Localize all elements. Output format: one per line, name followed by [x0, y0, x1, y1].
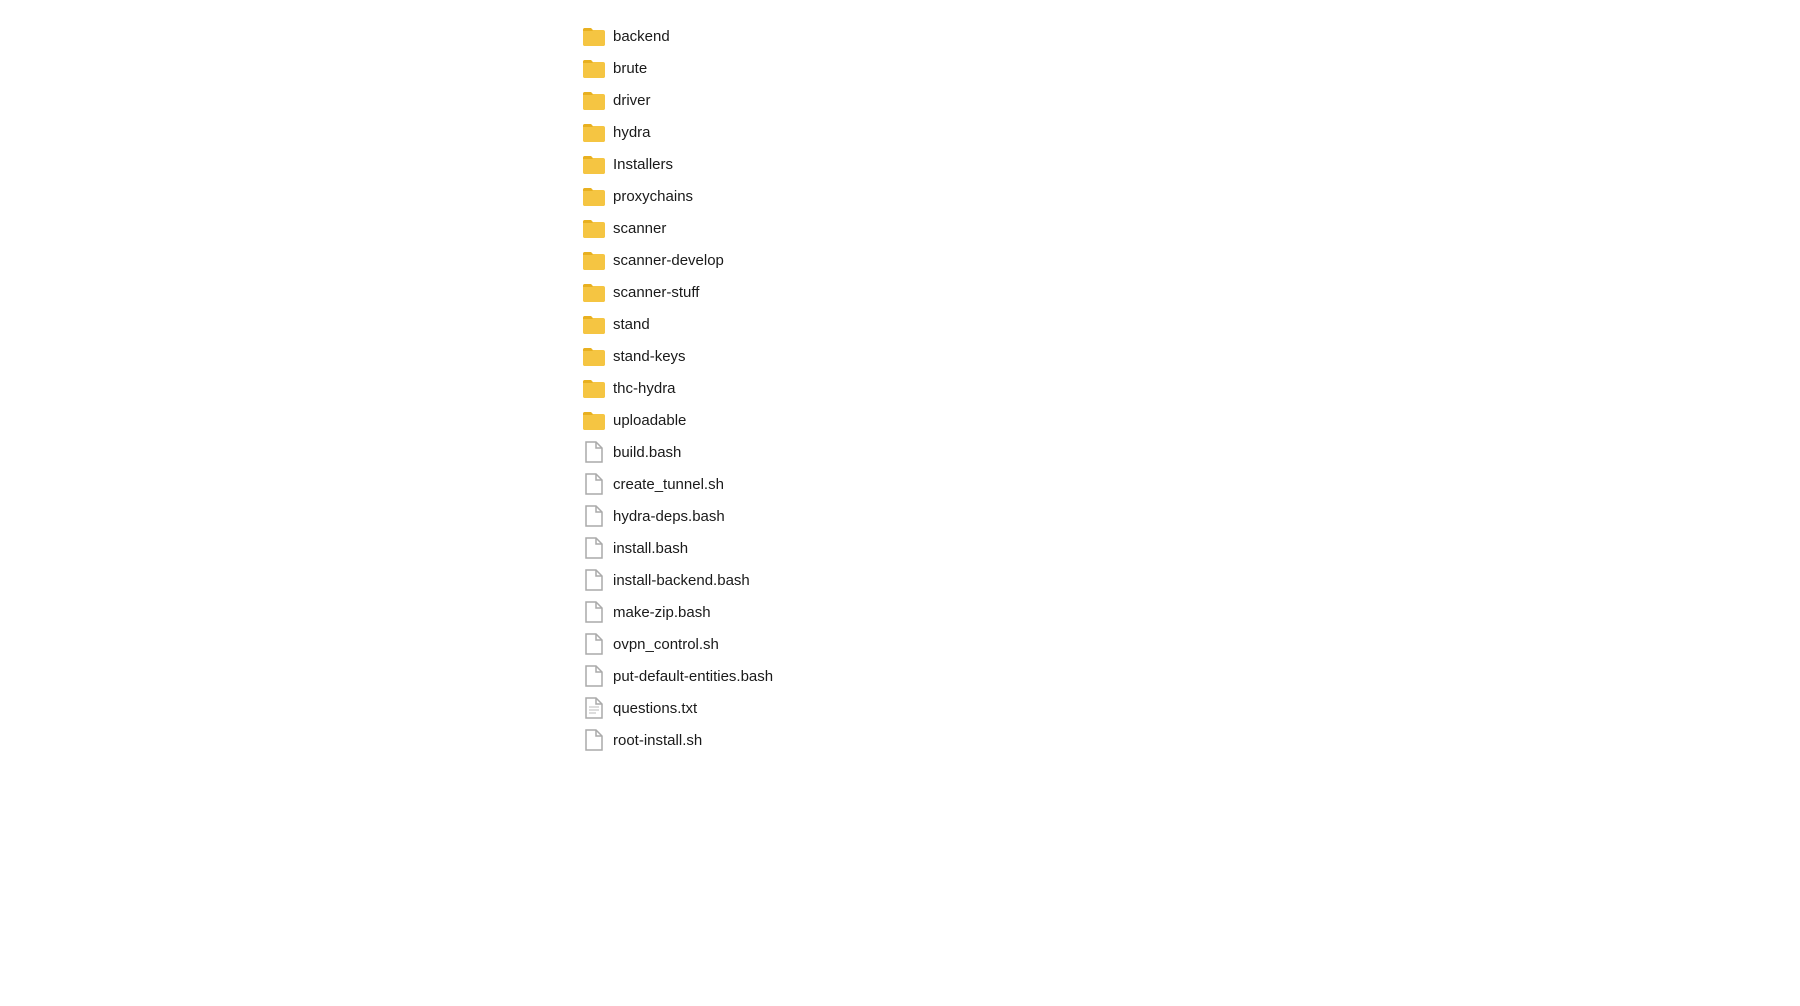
item-icon [583, 441, 605, 463]
list-item[interactable]: Installers [575, 148, 1800, 180]
item-icon [583, 185, 605, 207]
folder-icon [583, 410, 605, 430]
folder-icon [583, 378, 605, 398]
item-label: scanner-develop [613, 252, 724, 269]
list-item[interactable]: brute [575, 52, 1800, 84]
item-label: scanner-stuff [613, 284, 699, 301]
item-label: brute [613, 60, 647, 77]
folder-icon [583, 154, 605, 174]
item-label: create_tunnel.sh [613, 476, 724, 493]
item-label: hydra [613, 124, 651, 141]
item-label: proxychains [613, 188, 693, 205]
file-txt-icon [585, 697, 603, 719]
item-label: stand [613, 316, 650, 333]
item-icon [583, 249, 605, 271]
item-icon [583, 217, 605, 239]
list-item[interactable]: put-default-entities.bash [575, 660, 1800, 692]
item-icon [583, 57, 605, 79]
file-icon [585, 633, 603, 655]
item-icon [583, 665, 605, 687]
folder-icon [583, 346, 605, 366]
item-label: make-zip.bash [613, 604, 711, 621]
item-label: put-default-entities.bash [613, 668, 773, 685]
folder-icon [583, 122, 605, 142]
item-icon [583, 377, 605, 399]
item-label: questions.txt [613, 700, 697, 717]
file-icon [585, 537, 603, 559]
item-icon [583, 313, 605, 335]
list-item[interactable]: uploadable [575, 404, 1800, 436]
list-item[interactable]: thc-hydra [575, 372, 1800, 404]
list-item[interactable]: scanner [575, 212, 1800, 244]
item-icon [583, 537, 605, 559]
list-item[interactable]: scanner-stuff [575, 276, 1800, 308]
list-item[interactable]: proxychains [575, 180, 1800, 212]
file-icon [585, 601, 603, 623]
item-label: build.bash [613, 444, 681, 461]
item-icon [583, 409, 605, 431]
item-label: root-install.sh [613, 732, 702, 749]
item-label: hydra-deps.bash [613, 508, 725, 525]
folder-icon [583, 58, 605, 78]
folder-icon [583, 90, 605, 110]
folder-icon [583, 314, 605, 334]
list-item[interactable]: scanner-develop [575, 244, 1800, 276]
list-item[interactable]: install-backend.bash [575, 564, 1800, 596]
item-icon [583, 25, 605, 47]
item-icon [583, 473, 605, 495]
file-icon [585, 505, 603, 527]
file-icon [585, 569, 603, 591]
item-label: install.bash [613, 540, 688, 557]
item-label: ovpn_control.sh [613, 636, 719, 653]
list-item[interactable]: build.bash [575, 436, 1800, 468]
item-icon [583, 697, 605, 719]
folder-icon [583, 218, 605, 238]
file-icon [585, 473, 603, 495]
list-item[interactable]: ovpn_control.sh [575, 628, 1800, 660]
item-icon [583, 345, 605, 367]
file-icon [585, 729, 603, 751]
file-icon [585, 441, 603, 463]
folder-icon [583, 250, 605, 270]
list-item[interactable]: driver [575, 84, 1800, 116]
item-label: thc-hydra [613, 380, 676, 397]
item-label: backend [613, 28, 670, 45]
item-icon [583, 601, 605, 623]
item-label: stand-keys [613, 348, 686, 365]
list-item[interactable]: root-install.sh [575, 724, 1800, 756]
item-label: uploadable [613, 412, 686, 429]
file-icon [585, 665, 603, 687]
list-item[interactable]: make-zip.bash [575, 596, 1800, 628]
item-label: driver [613, 92, 651, 109]
item-icon [583, 569, 605, 591]
file-list: backend brute driver hydra Installers [0, 0, 1800, 776]
list-item[interactable]: backend [575, 20, 1800, 52]
list-item[interactable]: hydra-deps.bash [575, 500, 1800, 532]
item-label: Installers [613, 156, 673, 173]
list-item[interactable]: stand-keys [575, 340, 1800, 372]
list-item[interactable]: stand [575, 308, 1800, 340]
item-icon [583, 281, 605, 303]
list-item[interactable]: hydra [575, 116, 1800, 148]
item-icon [583, 89, 605, 111]
item-icon [583, 153, 605, 175]
item-icon [583, 121, 605, 143]
item-icon [583, 633, 605, 655]
item-label: install-backend.bash [613, 572, 750, 589]
folder-icon [583, 26, 605, 46]
list-item[interactable]: create_tunnel.sh [575, 468, 1800, 500]
item-icon [583, 505, 605, 527]
folder-icon [583, 186, 605, 206]
item-icon [583, 729, 605, 751]
folder-icon [583, 282, 605, 302]
item-label: scanner [613, 220, 666, 237]
list-item[interactable]: questions.txt [575, 692, 1800, 724]
list-item[interactable]: install.bash [575, 532, 1800, 564]
